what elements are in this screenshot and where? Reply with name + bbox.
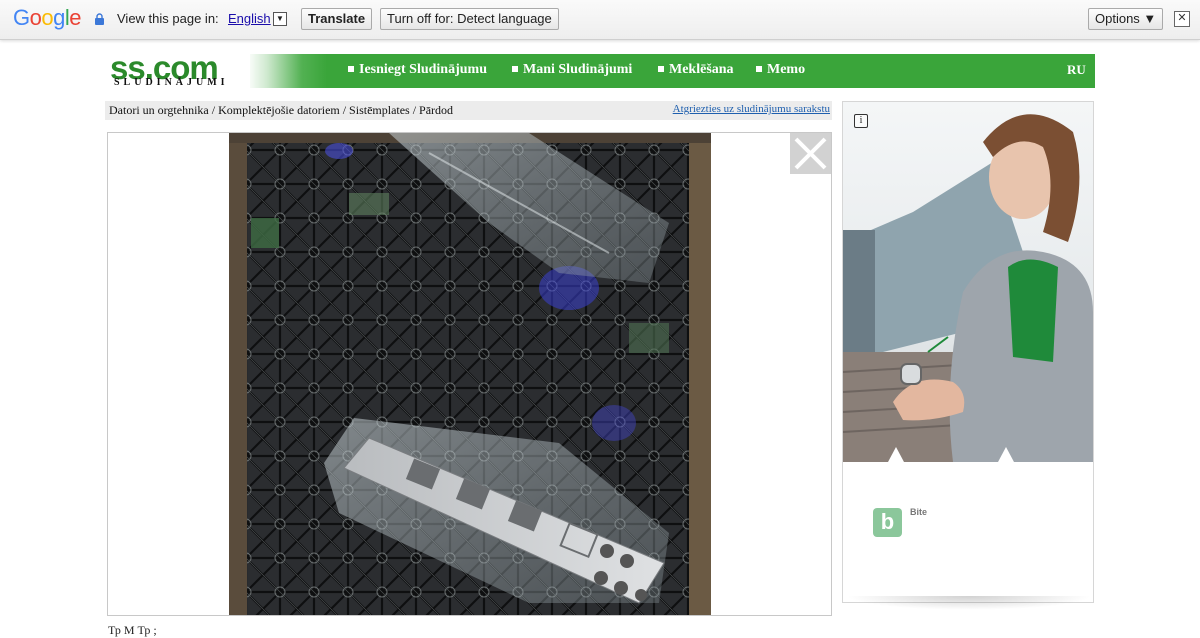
breadcrumb: Datori un orgtehnika / Komplektējošie da… bbox=[109, 103, 454, 117]
nav-bar: Iesniegt Sludinājumu Mani Sludinājumi Me… bbox=[247, 54, 1095, 88]
nav-item-memo[interactable]: Memo bbox=[756, 62, 805, 78]
bite-logo-icon: b bbox=[873, 508, 902, 537]
nav-label: Iesniegt Sludinājumu bbox=[359, 62, 487, 77]
photo-viewer bbox=[107, 132, 832, 616]
google-logo: Google bbox=[13, 5, 82, 30]
language-switch-ru[interactable]: RU bbox=[1067, 62, 1086, 78]
ad-info-icon[interactable]: i bbox=[854, 114, 868, 128]
close-photo-icon[interactable] bbox=[790, 133, 831, 174]
listing-photo[interactable] bbox=[229, 133, 711, 615]
site-header: Iesniegt Sludinājumu Mani Sludinājumi Me… bbox=[107, 49, 1095, 92]
nav-item-search[interactable]: Meklēšana bbox=[658, 62, 734, 78]
translate-prompt: View this page in: bbox=[117, 11, 219, 26]
back-to-list-link[interactable]: Atgriezties uz sludinājumu sarakstu bbox=[673, 103, 830, 115]
site-logo[interactable]: ss.com SLUDINĀJUMI bbox=[110, 49, 250, 92]
turn-off-button[interactable]: Turn off for: Detect language bbox=[380, 8, 559, 30]
ad-brand-name: Bite bbox=[910, 507, 928, 517]
translate-bar: Google View this page in: English ▼ Tran… bbox=[0, 0, 1200, 40]
nav-label: Mani Sludinājumi bbox=[523, 62, 633, 77]
listing-description-partial: Тр М Тр ; bbox=[108, 623, 157, 637]
translate-button[interactable]: Translate bbox=[301, 8, 373, 30]
bullet-icon bbox=[512, 65, 518, 72]
logo-subtitle: SLUDINĀJUMI bbox=[114, 77, 229, 88]
close-icon[interactable]: ✕ bbox=[1174, 11, 1190, 27]
nav-label: Memo bbox=[767, 62, 806, 77]
advertisement[interactable]: i b Bite bbox=[842, 101, 1094, 603]
bullet-icon bbox=[348, 65, 354, 72]
ad-image bbox=[843, 102, 1093, 462]
breadcrumb-bar: Datori un orgtehnika / Komplektējošie da… bbox=[105, 101, 832, 120]
nav-item-submit-ad[interactable]: Iesniegt Sludinājumu bbox=[348, 62, 487, 78]
nav-label: Meklēšana bbox=[669, 62, 734, 77]
nav-item-my-ads[interactable]: Mani Sludinājumi bbox=[512, 62, 632, 78]
motherboard-box-image bbox=[229, 133, 711, 615]
language-dropdown-icon[interactable]: ▼ bbox=[273, 12, 287, 26]
bullet-icon bbox=[658, 65, 664, 72]
lock-icon bbox=[95, 13, 104, 25]
options-button[interactable]: Options ▼ bbox=[1088, 8, 1164, 30]
bullet-icon bbox=[756, 65, 762, 72]
ad-shadow bbox=[846, 596, 1092, 610]
target-language-link[interactable]: English bbox=[228, 11, 271, 26]
